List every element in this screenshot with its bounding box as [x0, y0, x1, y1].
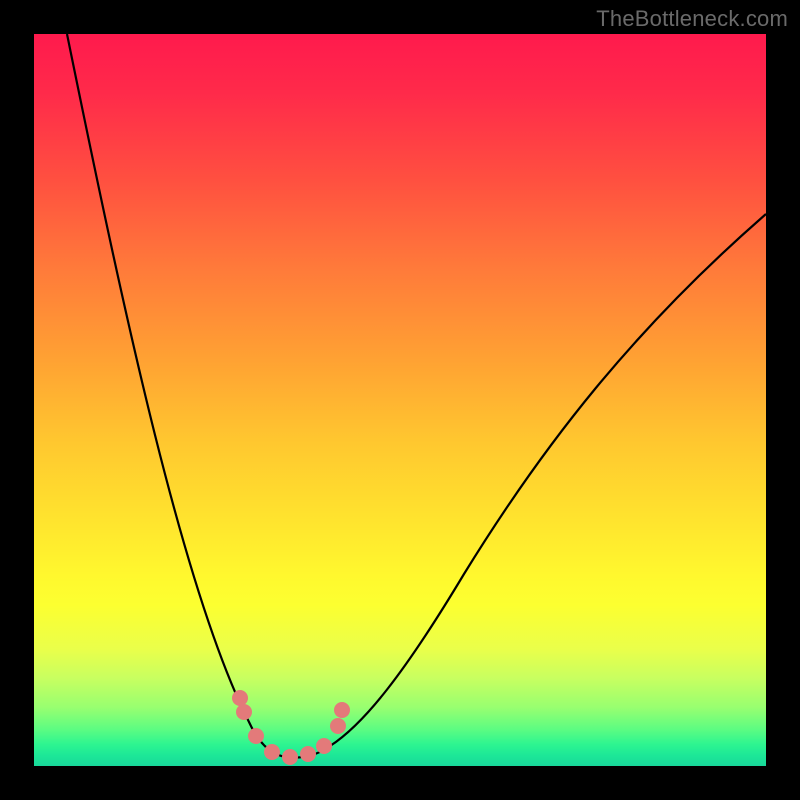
plot-area — [34, 34, 766, 766]
marker-dot — [282, 749, 298, 765]
marker-dot — [248, 728, 264, 744]
marker-dot — [334, 702, 350, 718]
bottleneck-curve — [67, 34, 766, 758]
marker-dot — [264, 744, 280, 760]
watermark-text: TheBottleneck.com — [596, 6, 788, 32]
marker-dot — [316, 738, 332, 754]
marker-dot — [330, 718, 346, 734]
marker-dot — [300, 746, 316, 762]
marker-dot — [232, 690, 248, 706]
marker-group — [232, 690, 350, 765]
marker-dot — [236, 704, 252, 720]
chart-svg — [34, 34, 766, 766]
